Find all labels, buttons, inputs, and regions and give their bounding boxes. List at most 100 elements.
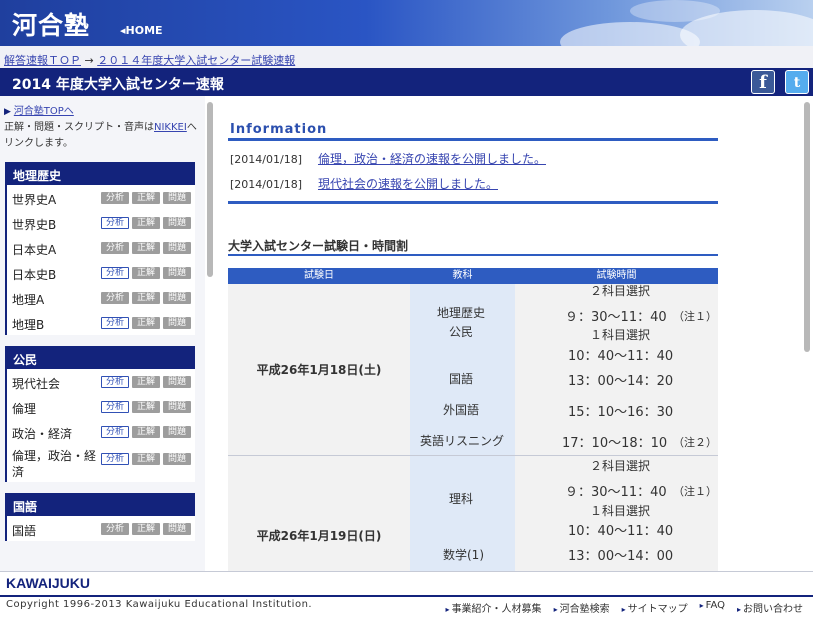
news-item: [2014/01/18] 倫理，政治・経済の速報を公開しました。 bbox=[230, 150, 546, 167]
analysis-button[interactable]: 分析 bbox=[101, 523, 129, 535]
divider bbox=[228, 138, 718, 141]
time-note: １科目選択 bbox=[590, 504, 651, 518]
subject-label: 世界史A bbox=[12, 193, 57, 207]
breadcrumb-current-link[interactable]: ２０１４年度大学入試センター試験速報 bbox=[97, 54, 295, 67]
subject-label: 現代社会 bbox=[12, 377, 61, 391]
news-date: [2014/01/18] bbox=[230, 153, 302, 166]
sidebar-scrollbar[interactable] bbox=[206, 98, 214, 568]
page-title-bar: 2014 年度大学入試センター速報 f t bbox=[0, 68, 813, 96]
footer-link[interactable]: 河合塾検索 bbox=[554, 600, 610, 615]
answer-button[interactable]: 正解 bbox=[132, 292, 160, 304]
sidebar-note: 正解・問題・スクリプト・音声はNIKKEIへリンクします。 bbox=[4, 120, 205, 152]
subject-item: 地理B 分析 正解 問題 bbox=[7, 310, 195, 335]
subject-category: 公民 現代社会 分析 正解 問題 倫理 分析 正解 問題 政治・経済 分析 正解 問題 倫理，政治・経済分… bbox=[5, 346, 195, 482]
analysis-button[interactable]: 分析 bbox=[101, 453, 129, 465]
answer-button[interactable]: 正解 bbox=[132, 242, 160, 254]
exam-date: 平成26年1月19日(日) bbox=[228, 456, 410, 571]
subject-item: 世界史B 分析 正解 問題 bbox=[7, 210, 195, 235]
category-heading: 国語 bbox=[7, 493, 195, 516]
site-header: 河合塾 ◂HOME bbox=[0, 0, 813, 46]
analysis-button[interactable]: 分析 bbox=[101, 317, 129, 329]
analysis-button[interactable]: 分析 bbox=[101, 426, 129, 438]
analysis-button[interactable]: 分析 bbox=[101, 242, 129, 254]
answer-button[interactable]: 正解 bbox=[132, 453, 160, 465]
breadcrumb-separator: → bbox=[81, 54, 98, 67]
twitter-icon[interactable]: t bbox=[785, 70, 809, 94]
answer-button[interactable]: 正解 bbox=[132, 317, 160, 329]
question-button[interactable]: 問題 bbox=[163, 192, 191, 204]
question-button[interactable]: 問題 bbox=[163, 267, 191, 279]
question-button[interactable]: 問題 bbox=[163, 317, 191, 329]
analysis-button[interactable]: 分析 bbox=[101, 192, 129, 204]
answer-button[interactable]: 正解 bbox=[132, 192, 160, 204]
content-scrollbar[interactable] bbox=[803, 98, 811, 568]
footer-link[interactable]: FAQ bbox=[700, 600, 725, 615]
subject-item: 地理A 分析 正解 問題 bbox=[7, 285, 195, 310]
subject-item: 日本史A 分析 正解 問題 bbox=[7, 235, 195, 260]
category-heading: 地理歴史 bbox=[7, 162, 195, 185]
subject-cell: 地理歴史 公民 国語 外国語 英語リスニング bbox=[410, 284, 515, 455]
subject-name: 地理歴史 bbox=[437, 306, 486, 320]
header-cloud bbox=[560, 22, 700, 46]
subject-name: 国語 bbox=[449, 372, 474, 386]
subject-label: 世界史B bbox=[12, 218, 57, 232]
subject-label: 地理A bbox=[12, 293, 45, 307]
category-heading: 公民 bbox=[7, 346, 195, 369]
answer-button[interactable]: 正解 bbox=[132, 267, 160, 279]
column-header: 教科 bbox=[452, 270, 473, 281]
analysis-button[interactable]: 分析 bbox=[101, 401, 129, 413]
analysis-button[interactable]: 分析 bbox=[101, 292, 129, 304]
breadcrumb-top-link[interactable]: 解答速報ＴＯＰ bbox=[4, 54, 81, 67]
news-link[interactable]: 現代社会の速報を公開しました。 bbox=[318, 177, 498, 191]
question-button[interactable]: 問題 bbox=[163, 242, 191, 254]
kawaijuku-logo[interactable]: 河合塾 bbox=[12, 6, 90, 42]
question-button[interactable]: 問題 bbox=[163, 376, 191, 388]
subject-name: 外国語 bbox=[443, 403, 480, 417]
column-header: 試験日 bbox=[304, 270, 334, 281]
answer-button[interactable]: 正解 bbox=[132, 401, 160, 413]
footer-logo[interactable]: KAWAIJUKU bbox=[6, 575, 90, 591]
exam-time: 13：00〜14：00 bbox=[568, 549, 674, 564]
answer-button[interactable]: 正解 bbox=[132, 523, 160, 535]
exam-time: ９：30〜11：40 bbox=[565, 485, 667, 500]
page-title: 2014 年度大学入試センター速報 bbox=[12, 77, 224, 93]
question-button[interactable]: 問題 bbox=[163, 426, 191, 438]
analysis-button[interactable]: 分析 bbox=[101, 267, 129, 279]
question-button[interactable]: 問題 bbox=[163, 453, 191, 465]
question-button[interactable]: 問題 bbox=[163, 292, 191, 304]
subject-item: 日本史B 分析 正解 問題 bbox=[7, 260, 195, 285]
exam-time: 17：10〜18：10 bbox=[562, 436, 668, 451]
answer-button[interactable]: 正解 bbox=[132, 376, 160, 388]
divider bbox=[228, 201, 718, 204]
footer-link[interactable]: サイトマップ bbox=[622, 600, 688, 615]
subject-cell: 理科 数学(1) bbox=[410, 456, 515, 571]
news-item: [2014/01/18] 現代社会の速報を公開しました。 bbox=[230, 175, 498, 192]
exam-date: 平成26年1月18日(土) bbox=[228, 284, 410, 455]
answer-button[interactable]: 正解 bbox=[132, 426, 160, 438]
question-button[interactable]: 問題 bbox=[163, 401, 191, 413]
analysis-button[interactable]: 分析 bbox=[101, 217, 129, 229]
kawaijuku-top-link[interactable]: 河合塾TOPへ bbox=[14, 106, 74, 117]
exam-time: 10：40〜11：40 bbox=[568, 349, 674, 364]
news-link[interactable]: 倫理，政治・経済の速報を公開しました。 bbox=[318, 152, 546, 166]
subject-name: 理科 bbox=[449, 492, 474, 506]
facebook-icon[interactable]: f bbox=[751, 70, 775, 94]
subject-item: 倫理，政治・経済 分析 正解 問題 bbox=[7, 444, 195, 482]
sidebar-note-text: 正解・問題・スクリプト・音声は bbox=[4, 122, 154, 133]
home-link[interactable]: ◂HOME bbox=[120, 24, 163, 37]
sidebar-scroll-thumb[interactable] bbox=[207, 102, 213, 277]
footer-link[interactable]: 事業紹介・人材募集 bbox=[446, 600, 542, 615]
nikkei-link[interactable]: NIKKEI bbox=[154, 122, 187, 133]
analysis-button[interactable]: 分析 bbox=[101, 376, 129, 388]
site-footer: KAWAIJUKU Copyright 1996-2013 Kawaijuku … bbox=[0, 571, 813, 621]
question-button[interactable]: 問題 bbox=[163, 523, 191, 535]
answer-button[interactable]: 正解 bbox=[132, 217, 160, 229]
question-button[interactable]: 問題 bbox=[163, 217, 191, 229]
footer-link[interactable]: お問い合わせ bbox=[737, 600, 803, 615]
footnote-ref: （注１） bbox=[673, 485, 717, 498]
divider bbox=[228, 254, 718, 256]
content-scroll-thumb[interactable] bbox=[804, 102, 810, 352]
header-cloud bbox=[630, 0, 720, 22]
main-content: Information [2014/01/18] 倫理，政治・経済の速報を公開しま… bbox=[216, 96, 813, 571]
time-note: ２科目選択 bbox=[590, 284, 651, 298]
